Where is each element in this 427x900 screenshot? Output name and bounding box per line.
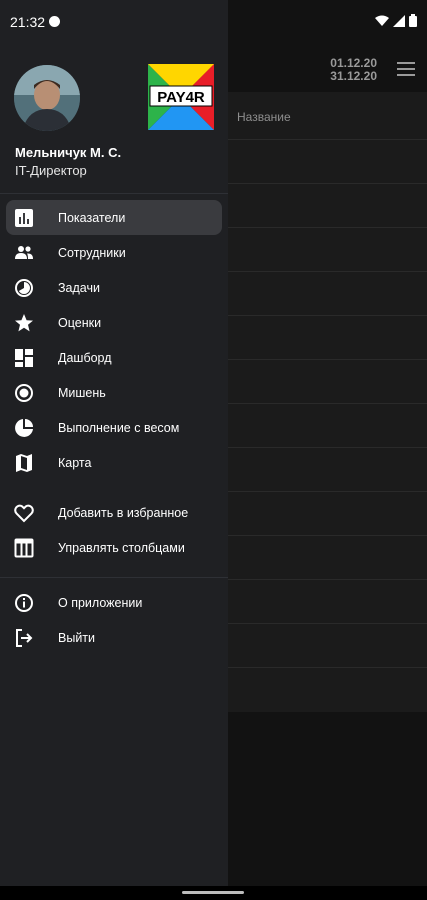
table-row-divider <box>227 667 427 668</box>
menu-item-label: Задачи <box>58 280 100 295</box>
status-icons <box>375 14 417 27</box>
star-icon <box>15 314 33 332</box>
menu-item-label: Управлять столбцами <box>58 540 185 555</box>
battery-icon <box>409 14 417 27</box>
menu-item-favorites[interactable]: Добавить в избранное <box>0 495 228 530</box>
table-row-divider <box>227 315 427 316</box>
drawer-menu: Показатели Сотрудники Задачи Оценки Дашб… <box>0 200 228 565</box>
notification-icon <box>49 16 60 27</box>
menu-item-ratings[interactable]: Оценки <box>0 305 228 340</box>
dashboard-icon <box>15 349 33 367</box>
menu-item-map[interactable]: Карта <box>0 445 228 480</box>
pay4r-logo: PAY4R <box>148 64 214 130</box>
menu-item-about[interactable]: О приложении <box>0 585 228 620</box>
logout-icon <box>16 629 33 647</box>
menu-item-label: Дашборд <box>58 350 112 365</box>
map-icon <box>16 454 32 472</box>
user-role: IT-Директор <box>15 163 87 178</box>
menu-item-label: Карта <box>58 455 92 470</box>
menu-item-target[interactable]: Мишень <box>0 375 228 410</box>
status-bar: 21:32 <box>0 0 427 44</box>
menu-item-label: Показатели <box>58 210 126 225</box>
navigation-drawer: PAY4R Мельничук М. С. IT-Директор Показа… <box>0 0 228 886</box>
signal-icon <box>393 14 405 27</box>
column-header-name[interactable]: Название <box>237 110 291 124</box>
menu-item-label: О приложении <box>58 595 143 610</box>
menu-item-weighted[interactable]: Выполнение с весом <box>0 410 228 445</box>
date-to: 31.12.20 <box>330 69 377 83</box>
menu-item-columns[interactable]: Управлять столбцами <box>0 530 228 565</box>
drawer-divider <box>0 577 228 578</box>
info-icon <box>15 594 33 612</box>
people-icon <box>15 246 33 259</box>
menu-item-label: Оценки <box>58 315 102 330</box>
table-row-divider <box>227 447 427 448</box>
menu-item-employees[interactable]: Сотрудники <box>0 235 228 270</box>
svg-text:PAY4R: PAY4R <box>157 89 205 106</box>
table-row-divider <box>227 359 427 360</box>
avatar[interactable] <box>14 65 80 131</box>
bar-chart-icon <box>15 209 33 227</box>
table-row-divider <box>227 579 427 580</box>
table-row-divider <box>227 183 427 184</box>
heart-icon <box>14 504 34 523</box>
columns-icon <box>14 538 34 558</box>
user-name: Мельничук М. С. <box>15 145 122 160</box>
wifi-icon <box>375 15 389 26</box>
table-row-divider <box>227 403 427 404</box>
home-gesture-bar[interactable] <box>182 891 244 894</box>
pie-icon <box>15 419 33 437</box>
drawer-footer-menu: О приложении Выйти <box>0 585 228 655</box>
table-row-divider <box>227 491 427 492</box>
menu-icon[interactable] <box>397 62 415 76</box>
table-row-divider <box>227 139 427 140</box>
menu-item-label: Выполнение с весом <box>58 420 180 435</box>
menu-item-label: Добавить в избранное <box>58 505 189 520</box>
status-time: 21:32 <box>10 14 46 30</box>
menu-item-dashboard[interactable]: Дашборд <box>0 340 228 375</box>
table-row-divider <box>227 623 427 624</box>
menu-item-label: Сотрудники <box>58 245 126 260</box>
menu-item-logout[interactable]: Выйти <box>0 620 228 655</box>
table-row-divider <box>227 535 427 536</box>
menu-item-tasks[interactable]: Задачи <box>0 270 228 305</box>
date-range[interactable]: 01.12.20 31.12.20 <box>330 57 377 83</box>
target-icon <box>15 384 33 402</box>
menu-item-indicators[interactable]: Показатели <box>6 200 222 235</box>
menu-item-label: Выйти <box>58 630 96 645</box>
menu-item-label: Мишень <box>58 385 106 400</box>
table-row-divider <box>227 271 427 272</box>
table-row-divider <box>227 227 427 228</box>
drawer-divider <box>0 193 228 194</box>
clock-icon <box>15 279 33 297</box>
